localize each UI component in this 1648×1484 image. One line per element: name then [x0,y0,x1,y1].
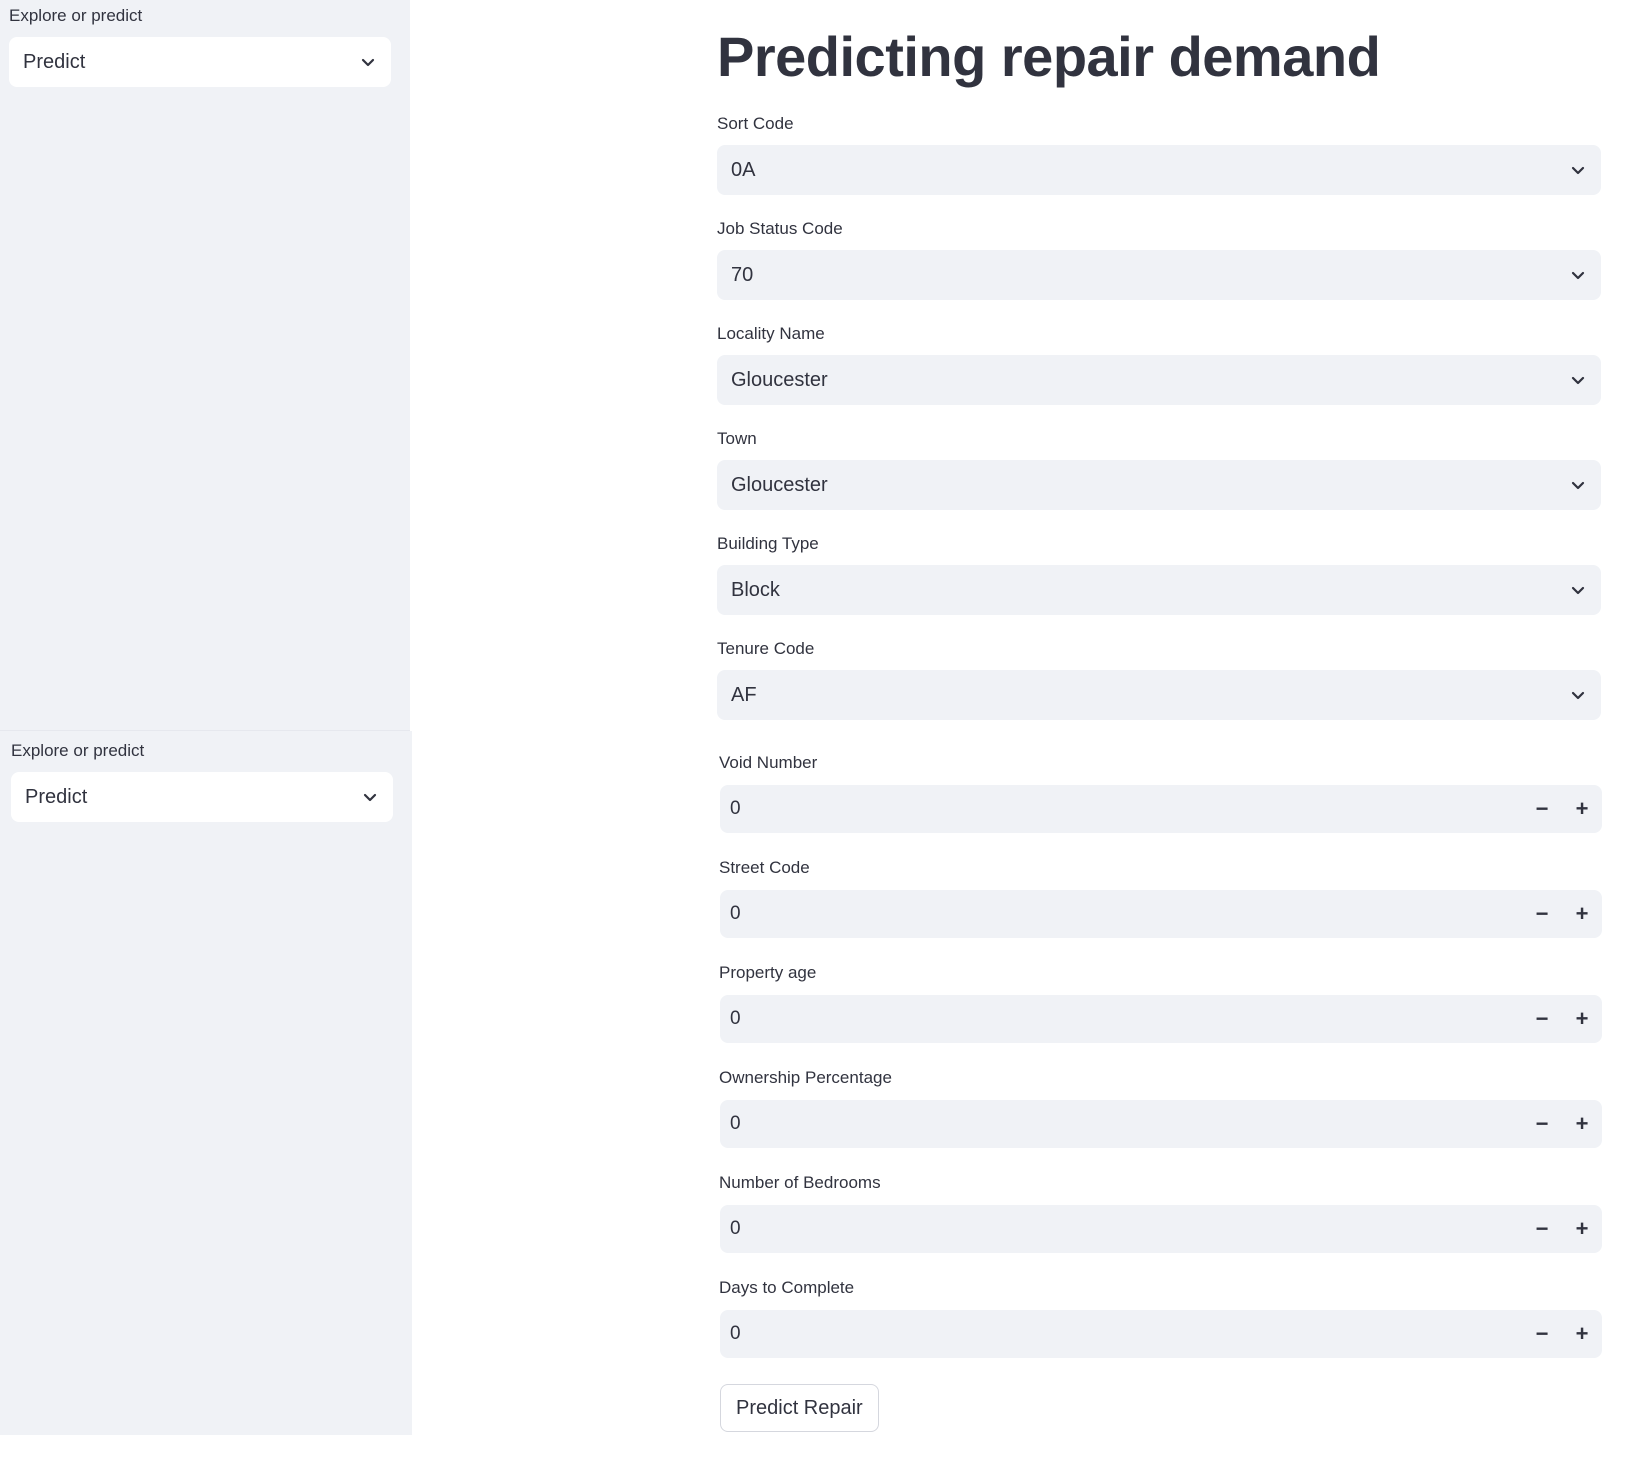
decrement-button[interactable]: − [1522,785,1562,833]
sidebar-select-label: Explore or predict [11,741,145,760]
number-of-bedrooms-label: Number of Bedrooms [719,1173,881,1192]
town-label: Town [717,429,757,448]
chevron-down-icon [1569,476,1587,494]
input-value[interactable]: 0 [730,1218,1522,1240]
explore-or-predict-select[interactable]: Predict [9,37,391,87]
ownership-percentage-input[interactable]: 0 − + [720,1100,1602,1148]
select-value: 0A [731,158,756,181]
property-age-input[interactable]: 0 − + [720,995,1602,1043]
void-number-input[interactable]: 0 − + [720,785,1602,833]
select-value: Predict [25,785,88,808]
sidebar-top: Explore or predict Predict [0,0,410,731]
increment-button[interactable]: + [1562,785,1602,833]
sort-code-select[interactable]: 0A [717,145,1601,195]
select-value: AF [731,683,757,706]
street-code-input[interactable]: 0 − + [720,890,1602,938]
decrement-button[interactable]: − [1522,1100,1562,1148]
explore-or-predict-select[interactable]: Predict [11,772,393,822]
input-value[interactable]: 0 [730,1113,1522,1135]
select-value: Gloucester [731,473,828,496]
chevron-down-icon [359,53,377,71]
days-to-complete-input[interactable]: 0 − + [720,1310,1602,1358]
input-value[interactable]: 0 [730,1323,1522,1345]
tenure-code-label: Tenure Code [717,639,815,658]
property-age-label: Property age [719,963,817,982]
chevron-down-icon [1569,161,1587,179]
street-code-label: Street Code [719,858,810,877]
ownership-percentage-label: Ownership Percentage [719,1068,892,1087]
decrement-button[interactable]: − [1522,1310,1562,1358]
increment-button[interactable]: + [1562,1310,1602,1358]
input-value[interactable]: 0 [730,798,1522,820]
building-type-label: Building Type [717,534,819,553]
job-status-code-select[interactable]: 70 [717,250,1601,300]
decrement-button[interactable]: − [1522,890,1562,938]
town-select[interactable]: Gloucester [717,460,1601,510]
select-value: Block [731,578,780,601]
increment-button[interactable]: + [1562,1205,1602,1253]
page-title: Predicting repair demand [717,25,1381,88]
sort-code-label: Sort Code [717,114,794,133]
locality-name-label: Locality Name [717,324,825,343]
chevron-down-icon [1569,686,1587,704]
decrement-button[interactable]: − [1522,995,1562,1043]
void-number-label: Void Number [719,753,818,772]
locality-name-select[interactable]: Gloucester [717,355,1601,405]
tenure-code-select[interactable]: AF [717,670,1601,720]
increment-button[interactable]: + [1562,890,1602,938]
chevron-down-icon [1569,581,1587,599]
chevron-down-icon [1569,266,1587,284]
select-value: Gloucester [731,368,828,391]
decrement-button[interactable]: − [1522,1205,1562,1253]
increment-button[interactable]: + [1562,995,1602,1043]
chevron-down-icon [361,788,379,806]
increment-button[interactable]: + [1562,1100,1602,1148]
job-status-code-label: Job Status Code [717,219,843,238]
select-value: Predict [23,50,86,73]
sidebar-bottom: Explore or predict Predict [0,731,412,1435]
predict-repair-button[interactable]: Predict Repair [720,1384,879,1432]
input-value[interactable]: 0 [730,903,1522,925]
select-value: 70 [731,263,754,286]
input-value[interactable]: 0 [730,1008,1522,1030]
building-type-select[interactable]: Block [717,565,1601,615]
number-of-bedrooms-input[interactable]: 0 − + [720,1205,1602,1253]
sidebar-select-label: Explore or predict [9,6,143,25]
days-to-complete-label: Days to Complete [719,1278,855,1297]
chevron-down-icon [1569,371,1587,389]
